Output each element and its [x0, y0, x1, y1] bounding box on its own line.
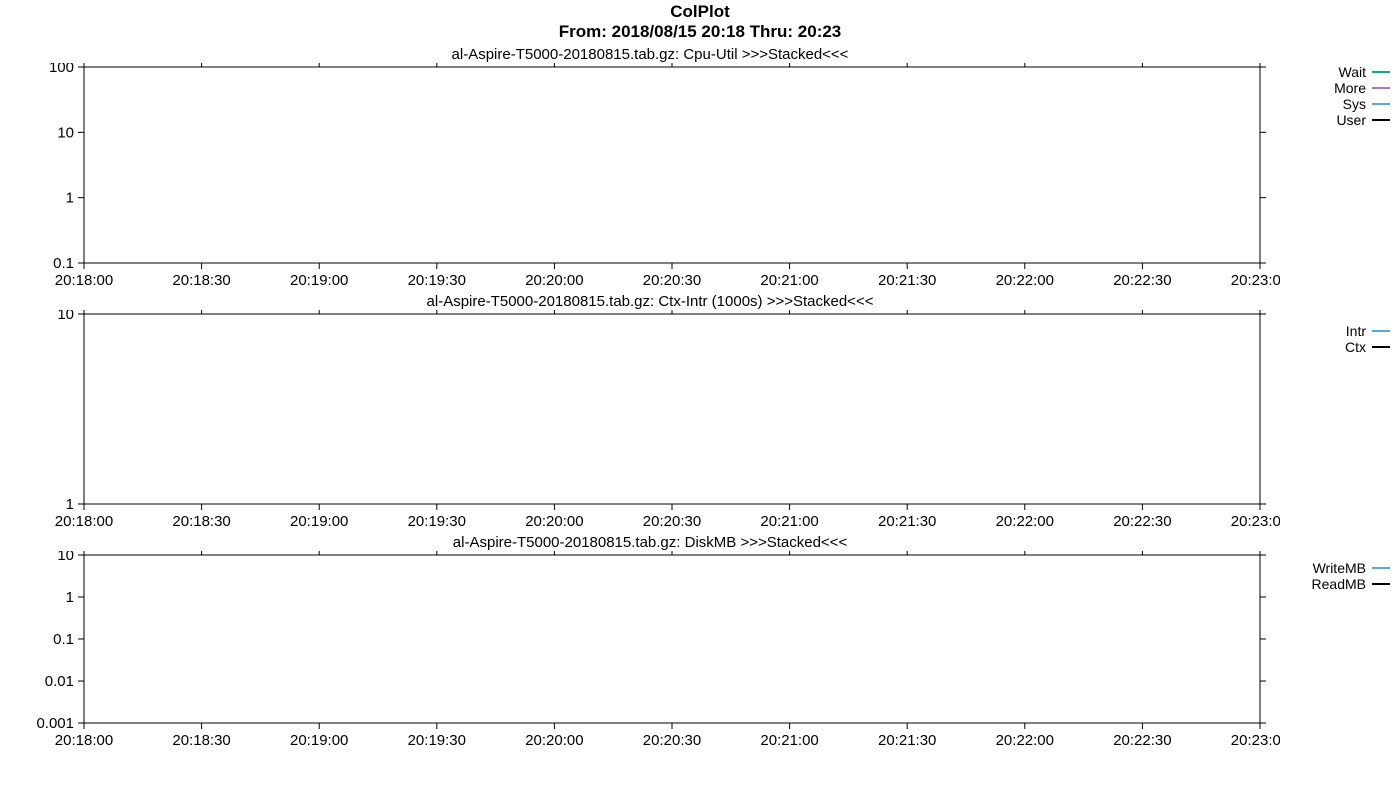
legend-label: ReadMB: [1312, 576, 1372, 592]
svg-text:20:18:30: 20:18:30: [172, 513, 230, 530]
svg-text:20:18:00: 20:18:00: [55, 272, 113, 289]
legend-swatch: [1372, 119, 1390, 121]
legend-label: Sys: [1343, 96, 1372, 112]
svg-text:20:20:30: 20:20:30: [643, 732, 701, 749]
legend-swatch: [1372, 567, 1390, 569]
svg-text:20:19:00: 20:19:00: [290, 732, 348, 749]
svg-text:20:20:30: 20:20:30: [643, 272, 701, 289]
svg-text:0.01: 0.01: [45, 673, 74, 690]
svg-text:0.001: 0.001: [36, 715, 74, 732]
svg-text:20:22:30: 20:22:30: [1113, 732, 1171, 749]
svg-text:20:21:30: 20:21:30: [878, 513, 936, 530]
svg-text:20:23:00: 20:23:00: [1231, 272, 1280, 289]
page: ColPlot From: 2018/08/15 20:18 Thru: 20:…: [0, 0, 1400, 749]
svg-text:20:20:30: 20:20:30: [643, 513, 701, 530]
page-title: ColPlot: [0, 2, 1400, 22]
svg-text:20:19:00: 20:19:00: [290, 513, 348, 530]
legend-swatch: [1372, 583, 1390, 585]
svg-text:10: 10: [57, 124, 74, 141]
svg-text:20:23:00: 20:23:00: [1231, 732, 1280, 749]
legend-label: User: [1336, 112, 1372, 128]
svg-text:20:22:00: 20:22:00: [996, 732, 1054, 749]
chart-row-1: al-Aspire-T5000-20180815.tab.gz: Ctx-Int…: [0, 289, 1400, 530]
svg-text:1: 1: [66, 589, 74, 606]
legend: IntrCtx: [1280, 289, 1390, 355]
svg-text:20:22:30: 20:22:30: [1113, 272, 1171, 289]
chart-title: al-Aspire-T5000-20180815.tab.gz: Cpu-Uti…: [20, 46, 1280, 63]
svg-text:10: 10: [57, 310, 74, 323]
svg-text:20:19:00: 20:19:00: [290, 272, 348, 289]
legend-entry: Wait: [1280, 64, 1390, 80]
legend-entry: Ctx: [1280, 339, 1390, 355]
chart-0: al-Aspire-T5000-20180815.tab.gz: Cpu-Uti…: [20, 42, 1280, 289]
svg-text:100: 100: [49, 63, 74, 76]
legend-swatch: [1372, 87, 1390, 89]
svg-text:20:18:30: 20:18:30: [172, 272, 230, 289]
svg-text:20:19:30: 20:19:30: [408, 732, 466, 749]
svg-text:0.1: 0.1: [53, 255, 74, 272]
legend-label: Ctx: [1345, 339, 1372, 355]
chart-1: al-Aspire-T5000-20180815.tab.gz: Ctx-Int…: [20, 289, 1280, 530]
svg-text:10: 10: [57, 551, 74, 564]
svg-text:20:19:30: 20:19:30: [408, 513, 466, 530]
legend-swatch: [1372, 103, 1390, 105]
chart-row-2: al-Aspire-T5000-20180815.tab.gz: DiskMB …: [0, 530, 1400, 749]
svg-text:1: 1: [66, 190, 74, 207]
chart-title: al-Aspire-T5000-20180815.tab.gz: DiskMB …: [20, 534, 1280, 551]
svg-text:20:20:00: 20:20:00: [525, 513, 583, 530]
legend: WaitMoreSysUser: [1280, 42, 1390, 128]
legend-entry: ReadMB: [1280, 576, 1390, 592]
chart-2: al-Aspire-T5000-20180815.tab.gz: DiskMB …: [20, 530, 1280, 749]
svg-text:20:19:30: 20:19:30: [408, 272, 466, 289]
chart-title: al-Aspire-T5000-20180815.tab.gz: Ctx-Int…: [20, 293, 1280, 310]
header: ColPlot From: 2018/08/15 20:18 Thru: 20:…: [0, 0, 1400, 42]
legend-entry: User: [1280, 112, 1390, 128]
legend-swatch: [1372, 330, 1390, 332]
legend-entry: More: [1280, 80, 1390, 96]
svg-text:20:22:30: 20:22:30: [1113, 513, 1171, 530]
svg-text:20:21:00: 20:21:00: [760, 513, 818, 530]
legend-label: WriteMB: [1313, 560, 1372, 576]
svg-text:20:20:00: 20:20:00: [525, 272, 583, 289]
svg-text:20:20:00: 20:20:00: [525, 732, 583, 749]
svg-text:20:22:00: 20:22:00: [996, 272, 1054, 289]
svg-text:20:21:00: 20:21:00: [760, 272, 818, 289]
svg-text:20:21:00: 20:21:00: [760, 732, 818, 749]
svg-text:0.1: 0.1: [53, 631, 74, 648]
svg-text:20:23:00: 20:23:00: [1231, 513, 1280, 530]
svg-text:20:22:00: 20:22:00: [996, 513, 1054, 530]
svg-text:20:18:00: 20:18:00: [55, 513, 113, 530]
svg-text:20:18:30: 20:18:30: [172, 732, 230, 749]
legend-entry: Intr: [1280, 323, 1390, 339]
legend-label: More: [1334, 80, 1372, 96]
chart-row-0: al-Aspire-T5000-20180815.tab.gz: Cpu-Uti…: [0, 42, 1400, 289]
legend-entry: WriteMB: [1280, 560, 1390, 576]
svg-text:1: 1: [66, 496, 74, 513]
svg-text:20:18:00: 20:18:00: [55, 732, 113, 749]
legend-label: Intr: [1346, 323, 1372, 339]
svg-text:20:21:30: 20:21:30: [878, 272, 936, 289]
legend-swatch: [1372, 346, 1390, 348]
legend: WriteMBReadMB: [1280, 530, 1390, 592]
legend-entry: Sys: [1280, 96, 1390, 112]
legend-swatch: [1372, 71, 1390, 73]
page-subtitle: From: 2018/08/15 20:18 Thru: 20:23: [0, 22, 1400, 42]
svg-text:20:21:30: 20:21:30: [878, 732, 936, 749]
legend-label: Wait: [1339, 64, 1372, 80]
